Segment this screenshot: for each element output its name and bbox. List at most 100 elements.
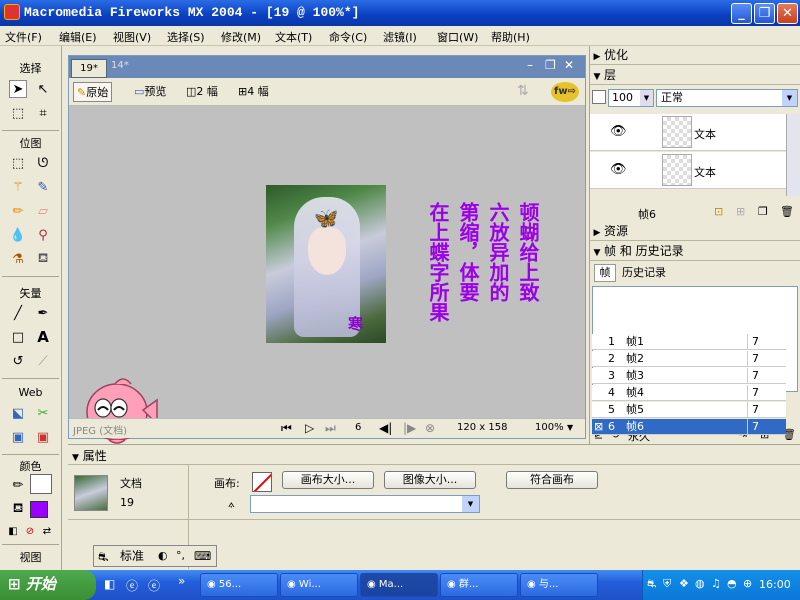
blend-dropdown-icon[interactable]: ▼	[782, 90, 797, 106]
layer-row-1[interactable]: 👁 文本	[590, 114, 786, 151]
zoom-level[interactable]: 100%	[535, 422, 564, 433]
doc-restore-icon[interactable]: ❐	[545, 58, 556, 72]
tray-icon-3[interactable]: ❖	[679, 577, 689, 590]
text-tool-icon[interactable]: A	[34, 328, 52, 346]
slice-tool-icon[interactable]: ✂	[34, 404, 52, 422]
fill-color-icon[interactable]: ⛾	[9, 500, 27, 518]
canvas-color-swatch[interactable]	[252, 472, 272, 492]
soft-keyboard-icon[interactable]: ⌨	[194, 546, 211, 566]
zoom-dropdown-icon[interactable]: ▼	[567, 423, 573, 432]
stroke-color-swatch[interactable]	[30, 474, 52, 494]
tray-icon-4[interactable]: ◍	[695, 577, 705, 590]
menu-text[interactable]: 文本(T)	[275, 29, 312, 45]
view-original-button[interactable]: ✎原始	[73, 82, 113, 102]
trash-icon[interactable]: 🗑	[780, 205, 794, 218]
blur-tool-icon[interactable]: 💧	[9, 226, 27, 244]
anime-image[interactable]: 🦋 寒	[266, 185, 386, 343]
hide-slices-icon[interactable]: ▣	[9, 428, 27, 446]
panel-layers-header[interactable]: ▼ 层	[590, 66, 800, 85]
view-preview-button[interactable]: ▭预览	[131, 82, 169, 102]
last-frame-icon[interactable]: ⏭	[325, 421, 336, 436]
menu-filters[interactable]: 滤镜(I)	[383, 29, 417, 45]
knife-tool-icon[interactable]: ⟋	[34, 352, 52, 370]
clock[interactable]: 16:00	[759, 578, 791, 591]
pointer-tool-icon[interactable]: ➤	[9, 80, 27, 98]
ie-icon[interactable]: ⓔ	[148, 577, 160, 594]
show-slices-icon[interactable]: ▣	[34, 428, 52, 446]
eraser-tool-icon[interactable]: ▱	[34, 202, 52, 220]
pen-tool-icon[interactable]: ✒	[34, 304, 52, 322]
scale-tool-icon[interactable]: ⬚	[9, 104, 27, 122]
title-bar[interactable]: Macromedia Fireworks MX 2004 - [19 @ 100…	[0, 0, 800, 26]
paint-bucket-tool-icon[interactable]: ⛾	[34, 250, 52, 268]
swap-colors-icon[interactable]: ⇄	[38, 522, 56, 540]
stop-icon[interactable]: ⊗	[425, 421, 435, 435]
prev-frame-icon[interactable]: ◀|	[379, 421, 392, 435]
tab-history[interactable]: 历史记录	[622, 265, 666, 281]
tray-icon-6[interactable]: ◓	[727, 577, 737, 590]
menu-select[interactable]: 选择(S)	[167, 29, 205, 45]
canvas-size-button[interactable]: 画布大小...	[282, 471, 374, 489]
menu-edit[interactable]: 编辑(E)	[59, 29, 97, 45]
crop-tool-icon[interactable]: ⌗	[34, 104, 52, 122]
properties-header[interactable]: ▼ 属性	[72, 447, 107, 464]
taskbar-item-3[interactable]: ◉ Ma...	[360, 573, 438, 597]
stroke-color-icon[interactable]: ✏	[9, 476, 27, 494]
magic-wand-tool-icon[interactable]: ⚚	[9, 178, 27, 196]
taskbar-item-1[interactable]: ◉ 56...	[200, 573, 278, 597]
tray-icon-1[interactable]: ⛐	[647, 577, 657, 592]
marquee-tool-icon[interactable]: ⬚	[9, 154, 27, 172]
hotspot-tool-icon[interactable]: ⬕	[9, 404, 27, 422]
eyedropper-tool-icon[interactable]: ⚗	[9, 250, 27, 268]
layers-scrollbar[interactable]	[786, 114, 800, 196]
taskbar-item-4[interactable]: ◉ 群...	[440, 573, 518, 597]
new-layer-icon[interactable]: ⊞	[736, 205, 745, 218]
panel-optimize-header[interactable]: ▶ 优化	[590, 46, 800, 65]
doc-close-icon[interactable]: ✕	[564, 58, 574, 72]
ime-mode[interactable]: 标准	[120, 546, 144, 566]
tab-14[interactable]: 14*	[111, 60, 129, 71]
subselect-tool-icon[interactable]: ↖	[34, 80, 52, 98]
blend-mode-select[interactable]: 正常	[656, 89, 798, 107]
taskbar-item-5[interactable]: ◉ 与...	[520, 573, 598, 597]
tray-icon-2[interactable]: ⛨	[663, 577, 671, 591]
view-4up-button[interactable]: ⊞4 幅	[235, 82, 272, 102]
doc-minimize-icon[interactable]: –	[527, 58, 533, 72]
fill-color-swatch[interactable]	[30, 501, 48, 518]
play-icon[interactable]: ▷	[305, 421, 314, 435]
link-dropdown-icon[interactable]: ▼	[462, 496, 479, 512]
punctuation-icon[interactable]: °,	[176, 546, 185, 566]
quick-export-icon[interactable]: ⇅	[517, 83, 529, 99]
first-frame-icon[interactable]: ⏮	[281, 421, 292, 436]
ime-toolbar[interactable]: ⛐ 标准 ◐ °, ⌨	[93, 545, 217, 567]
image-size-button[interactable]: 图像大小...	[384, 471, 476, 489]
eye-icon[interactable]: 👁	[610, 162, 627, 177]
link-select[interactable]	[250, 495, 480, 513]
new-folder-icon[interactable]: ⊡	[714, 205, 723, 218]
frame-row[interactable]: 5 帧5 7	[592, 402, 786, 418]
panel-frames-header[interactable]: ▼ 帧 和 历史记录	[590, 242, 800, 261]
panel-assets-header[interactable]: ▶ 资源	[590, 222, 800, 241]
half-width-icon[interactable]: ◐	[158, 546, 168, 566]
opacity-dropdown-icon[interactable]: ▼	[640, 90, 653, 106]
export-arrow-icon[interactable]: fw⇨	[551, 82, 579, 102]
lasso-tool-icon[interactable]: ᘎ	[34, 154, 52, 172]
duplicate-layer-icon[interactable]: ❐	[758, 205, 768, 218]
minimize-button[interactable]: _	[731, 3, 752, 24]
brush-tool-icon[interactable]: ✎	[34, 178, 52, 196]
frame-row[interactable]: 2 帧2 7	[592, 351, 786, 367]
next-frame-icon[interactable]: |▶	[403, 421, 416, 435]
start-button[interactable]: ⊞ 开始	[0, 570, 96, 600]
rubber-stamp-tool-icon[interactable]: ⚲	[34, 226, 52, 244]
tab-frames[interactable]: 帧	[594, 264, 616, 282]
menu-window[interactable]: 窗口(W)	[437, 29, 478, 45]
no-color-icon[interactable]: ⊘	[21, 522, 39, 540]
eye-icon[interactable]: 👁	[610, 124, 627, 139]
freeform-tool-icon[interactable]: ↺	[9, 352, 27, 370]
close-button[interactable]: ✕	[777, 3, 798, 24]
pencil-tool-icon[interactable]: ✏	[9, 202, 27, 220]
view-2up-button[interactable]: ◫2 幅	[183, 82, 221, 102]
taskbar-item-2[interactable]: ◉ Wi...	[280, 573, 358, 597]
menu-view[interactable]: 视图(V)	[113, 29, 151, 45]
tab-19[interactable]: 19*	[71, 59, 107, 78]
